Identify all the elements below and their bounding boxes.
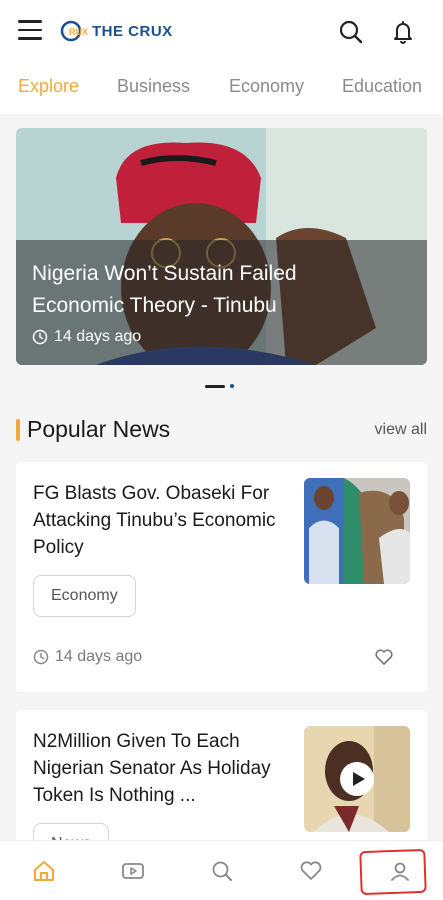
clock-icon	[33, 649, 49, 665]
home-icon[interactable]	[31, 858, 57, 884]
tab-education[interactable]: Education	[342, 76, 422, 97]
carousel-indicator	[205, 384, 234, 388]
news-card-time: 14 days ago	[33, 648, 142, 666]
tab-economy[interactable]: Economy	[229, 76, 304, 97]
featured-news-time-label: 14 days ago	[54, 328, 142, 345]
view-all-link[interactable]: view all	[375, 421, 427, 439]
tab-business[interactable]: Business	[117, 76, 190, 97]
top-app-bar: RUX THE CRUX	[0, 0, 443, 64]
featured-news-card[interactable]: Nigeria Won’t Sustain Failed Economic Th…	[16, 128, 427, 365]
news-card-time-label: 14 days ago	[55, 648, 143, 665]
heart-icon[interactable]	[298, 858, 324, 884]
svg-text:RUX: RUX	[69, 27, 88, 37]
section-title: Popular News	[27, 416, 171, 442]
logo-mark: RUX	[60, 20, 90, 42]
featured-news-title: Nigeria Won’t Sustain Failed Economic Th…	[32, 262, 297, 317]
play-video-icon[interactable]	[340, 762, 374, 796]
logo-text: THE CRUX	[92, 22, 173, 40]
tab-explore[interactable]: Explore	[18, 76, 79, 97]
category-tabs: Explore Business Economy Education	[0, 64, 443, 114]
heart-icon[interactable]	[374, 648, 394, 666]
category-tag[interactable]: Economy	[33, 575, 136, 617]
profile-highlight-box	[359, 848, 427, 896]
hamburger-menu-icon[interactable]	[18, 20, 42, 42]
video-icon[interactable]	[120, 858, 146, 884]
clock-icon	[32, 329, 48, 345]
news-card-thumbnail	[304, 726, 410, 832]
popular-news-header: Popular News view all	[16, 416, 427, 446]
news-card-title: N2Million Given To Each Nigerian Senator…	[33, 731, 271, 806]
news-card-title: FG Blasts Gov. Obaseki For Attacking Tin…	[33, 483, 276, 558]
bell-icon[interactable]	[389, 18, 417, 46]
news-card[interactable]: FG Blasts Gov. Obaseki For Attacking Tin…	[16, 462, 427, 692]
search-icon[interactable]	[209, 858, 235, 884]
app-logo[interactable]: RUX THE CRUX	[60, 20, 173, 42]
news-card-thumbnail	[304, 478, 410, 584]
featured-news-time: 14 days ago	[32, 328, 141, 346]
search-icon[interactable]	[337, 18, 365, 46]
section-accent-bar	[16, 419, 20, 441]
carousel-dot-active[interactable]	[205, 384, 225, 388]
carousel-dot[interactable]	[230, 384, 234, 388]
